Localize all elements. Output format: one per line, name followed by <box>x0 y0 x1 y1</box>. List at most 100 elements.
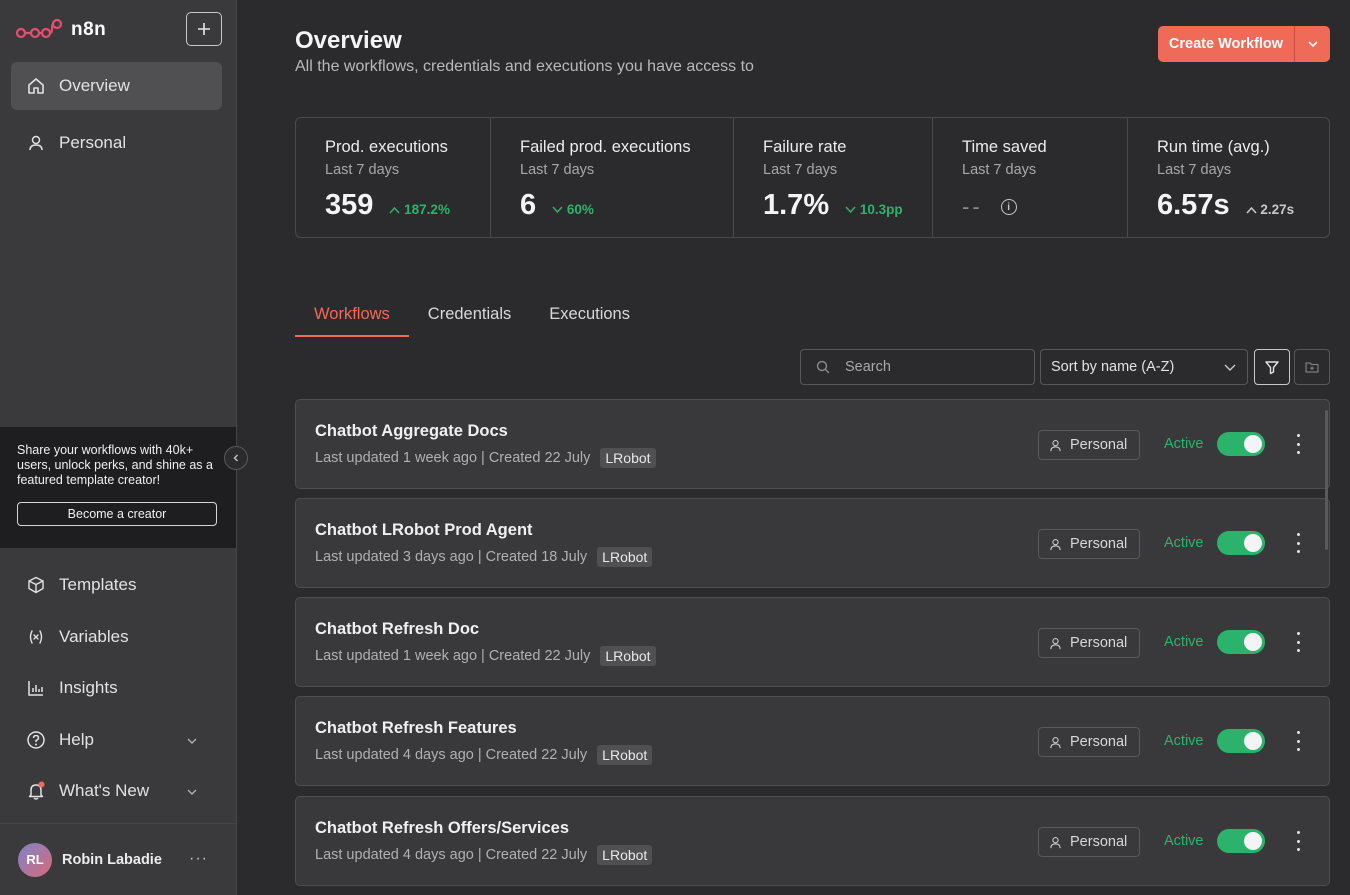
chevron-down-icon <box>186 783 198 803</box>
app-name: n8n <box>71 19 107 40</box>
stat-value: 6.57s <box>1157 189 1230 221</box>
user-icon <box>1049 538 1062 551</box>
stat-prod-executions[interactable]: Prod. executions Last 7 days 359 187.2% <box>296 118 491 237</box>
creator-promo: Share your workflows with 40k+ users, un… <box>0 427 236 548</box>
sidebar: n8n Overview Personal Share your workflo… <box>0 0 237 895</box>
sidebar-item-help[interactable]: Help <box>11 716 222 764</box>
sidebar-item-label: Personal <box>59 133 127 152</box>
meta-separator: | <box>481 450 485 466</box>
last-updated: Last updated 1 week ago <box>315 450 478 466</box>
active-toggle[interactable] <box>1217 531 1265 555</box>
more-vertical-icon[interactable] <box>1292 831 1304 851</box>
stat-period: Last 7 days <box>325 162 400 178</box>
active-toggle[interactable] <box>1217 630 1265 654</box>
collapse-sidebar-button[interactable] <box>224 446 248 470</box>
status-label: Active <box>1164 733 1204 749</box>
stat-period: Last 7 days <box>520 162 595 178</box>
active-toggle[interactable] <box>1217 729 1265 753</box>
n8n-logo-icon <box>15 18 63 39</box>
more-vertical-icon[interactable] <box>1292 731 1304 751</box>
owner-badge: Personal <box>1038 628 1140 658</box>
owner-badge: Personal <box>1038 727 1140 757</box>
create-workflow-label: Create Workflow <box>1168 36 1284 52</box>
workflow-tag[interactable]: LRobot <box>597 745 653 765</box>
workflow-name[interactable]: Chatbot Aggregate Docs <box>315 422 508 441</box>
stat-period: Last 7 days <box>763 162 838 178</box>
sidebar-item-label: Insights <box>59 678 118 697</box>
stat-value: 359 <box>325 189 374 221</box>
created-date: Created 22 July <box>485 847 588 863</box>
sidebar-item-whats-new[interactable]: What's New <box>11 767 222 815</box>
stat-value: -- <box>962 194 983 219</box>
owner-label: Personal <box>1070 437 1128 453</box>
last-updated: Last updated 1 week ago <box>315 648 478 664</box>
workflow-card[interactable]: Chatbot Refresh Doc Last updated 1 week … <box>295 597 1330 687</box>
arrow-up-icon <box>1246 206 1257 214</box>
tab-executions[interactable]: Executions <box>530 300 649 337</box>
workflow-card[interactable]: Chatbot Refresh Features Last updated 4 … <box>295 696 1330 786</box>
active-toggle[interactable] <box>1217 829 1265 853</box>
stat-title: Prod. executions <box>325 138 448 156</box>
scrollbar[interactable] <box>1325 410 1328 550</box>
tab-credentials[interactable]: Credentials <box>409 300 530 337</box>
stat-failed-executions[interactable]: Failed prod. executions Last 7 days 6 60… <box>491 118 734 237</box>
help-circle-icon <box>25 729 47 751</box>
user-icon <box>1049 836 1062 849</box>
sidebar-item-variables[interactable]: Variables <box>11 613 222 661</box>
stat-delta: 2.27s <box>1246 202 1294 217</box>
add-new-button[interactable] <box>186 12 222 46</box>
workflow-tag[interactable]: LRobot <box>597 845 653 865</box>
user-icon <box>25 132 47 154</box>
info-icon[interactable]: i <box>1000 199 1017 215</box>
stat-time-saved[interactable]: Time saved Last 7 days -- i <box>933 118 1128 237</box>
page-subtitle: All the workflows, credentials and execu… <box>295 58 754 75</box>
sidebar-item-label: What's New <box>59 781 150 800</box>
page-title: Overview <box>295 27 402 54</box>
sidebar-item-insights[interactable]: Insights <box>11 664 222 712</box>
workflow-card[interactable]: Chatbot Refresh Offers/Services Last upd… <box>295 796 1330 886</box>
last-updated: Last updated 3 days ago <box>315 549 474 565</box>
stat-delta: 10.3pp <box>845 202 903 217</box>
workflow-tag[interactable]: LRobot <box>600 448 656 468</box>
tab-workflows[interactable]: Workflows <box>295 300 409 337</box>
create-workflow-button[interactable]: Create Workflow <box>1158 26 1330 62</box>
more-vertical-icon[interactable] <box>1292 632 1304 652</box>
more-vertical-icon[interactable] <box>1292 533 1304 553</box>
sidebar-item-personal[interactable]: Personal <box>11 119 222 167</box>
create-options-dropdown[interactable] <box>1295 38 1330 50</box>
sort-select[interactable]: Sort by name (A-Z) <box>1040 349 1248 385</box>
workflow-name[interactable]: Chatbot LRobot Prod Agent <box>315 521 533 540</box>
logo[interactable]: n8n <box>15 14 106 46</box>
owner-label: Personal <box>1070 635 1128 651</box>
owner-label: Personal <box>1070 536 1128 552</box>
search-input[interactable]: Search <box>800 349 1035 385</box>
user-menu[interactable]: RL Robin Labadie ··· <box>0 823 236 895</box>
user-icon <box>1049 736 1062 749</box>
more-horizontal-icon[interactable]: ··· <box>189 850 208 868</box>
owner-badge: Personal <box>1038 827 1140 857</box>
sidebar-item-templates[interactable]: Templates <box>11 561 222 609</box>
new-folder-button[interactable] <box>1294 349 1330 385</box>
workflow-name[interactable]: Chatbot Refresh Features <box>315 719 517 738</box>
owner-label: Personal <box>1070 734 1128 750</box>
active-toggle[interactable] <box>1217 432 1265 456</box>
workflow-card[interactable]: Chatbot Aggregate Docs Last updated 1 we… <box>295 399 1330 489</box>
stat-delta: 60% <box>552 202 594 217</box>
meta-separator: | <box>477 847 482 863</box>
filter-button[interactable] <box>1254 349 1290 385</box>
stat-period: Last 7 days <box>1157 162 1232 178</box>
workflow-tag[interactable]: LRobot <box>600 646 656 666</box>
workflow-tag[interactable]: LRobot <box>597 547 653 567</box>
workflow-name[interactable]: Chatbot Refresh Doc <box>315 620 479 639</box>
more-vertical-icon[interactable] <box>1292 434 1304 454</box>
stat-run-time[interactable]: Run time (avg.) Last 7 days 6.57s 2.27s <box>1128 118 1329 237</box>
workflow-name[interactable]: Chatbot Refresh Offers/Services <box>315 819 569 838</box>
search-placeholder: Search <box>845 359 891 375</box>
last-updated: Last updated 4 days ago <box>315 747 474 763</box>
workflow-card[interactable]: Chatbot LRobot Prod Agent Last updated 3… <box>295 498 1330 588</box>
last-updated: Last updated 4 days ago <box>315 847 474 863</box>
sidebar-item-overview[interactable]: Overview <box>11 62 222 110</box>
become-creator-button[interactable]: Become a creator <box>17 502 217 526</box>
stat-failure-rate[interactable]: Failure rate Last 7 days 1.7% 10.3pp <box>734 118 933 237</box>
owner-badge: Personal <box>1038 529 1140 559</box>
